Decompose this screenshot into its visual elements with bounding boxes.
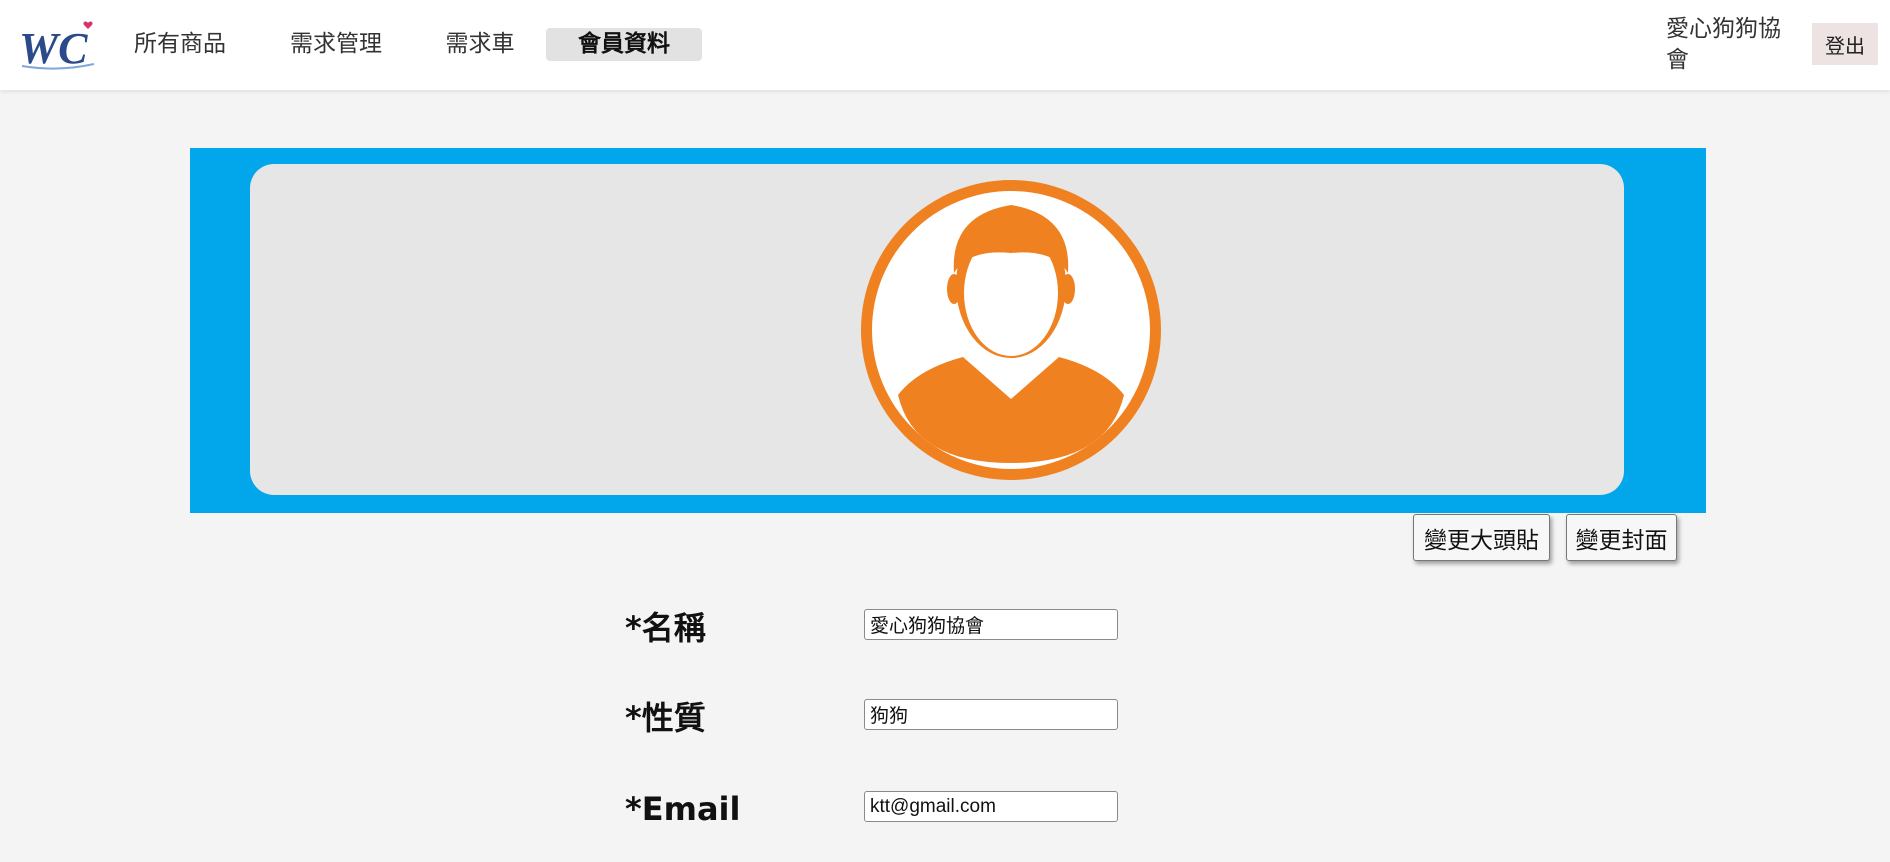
logout-button[interactable]: 登出 <box>1812 23 1878 65</box>
name-input[interactable] <box>864 609 1118 640</box>
nature-label: *性質 <box>625 699 706 737</box>
name-label: *名稱 <box>625 609 706 647</box>
change-cover-button[interactable]: 變更封面 <box>1566 514 1677 561</box>
svg-text:WC: WC <box>19 24 88 70</box>
top-navigation-bar: WC 所有商品 需求管理 需求車 會員資料 愛心狗狗協會 登出 <box>0 0 1890 90</box>
wc-logo-icon[interactable]: WC <box>18 18 96 70</box>
change-avatar-button[interactable]: 變更大頭貼 <box>1413 514 1550 561</box>
nav-request-cart[interactable]: 需求車 <box>436 28 524 61</box>
email-label: *Email <box>625 790 741 828</box>
nature-input[interactable] <box>864 699 1118 730</box>
user-name: 愛心狗狗協會 <box>1666 16 1781 73</box>
profile-banner <box>190 148 1706 513</box>
user-avatar-icon <box>861 180 1161 480</box>
nav-all-products[interactable]: 所有商品 <box>122 28 238 61</box>
cover-image <box>250 164 1624 495</box>
email-input[interactable] <box>864 791 1118 822</box>
nav-request-management[interactable]: 需求管理 <box>278 28 394 61</box>
nav-member-profile[interactable]: 會員資料 <box>546 28 702 61</box>
